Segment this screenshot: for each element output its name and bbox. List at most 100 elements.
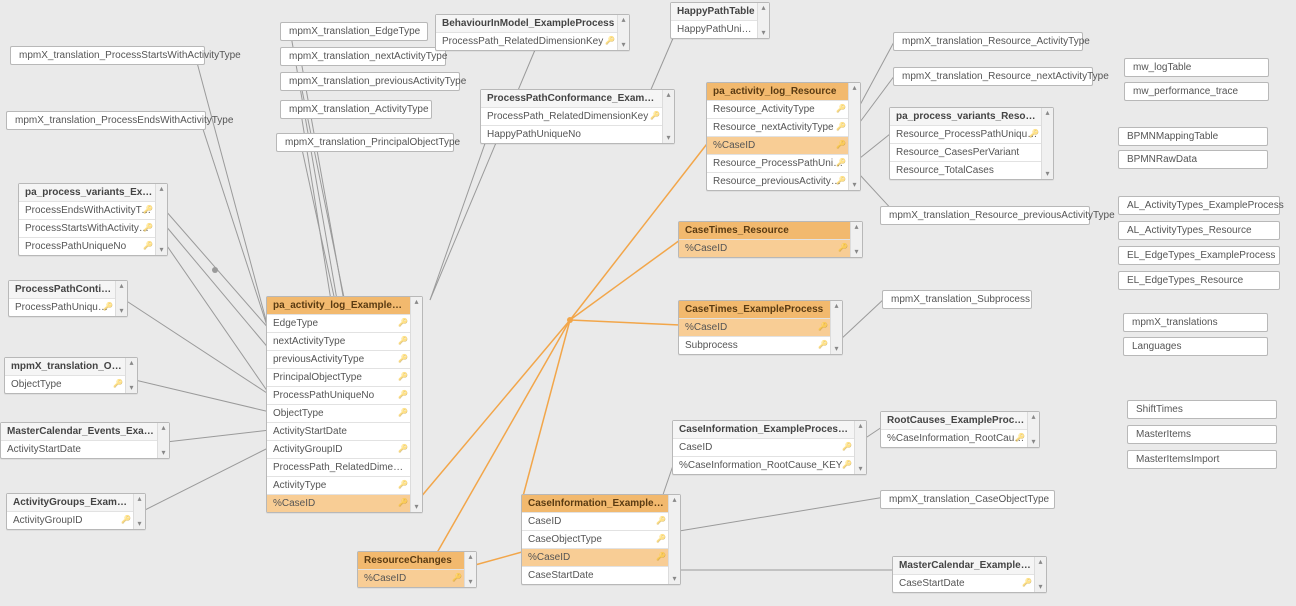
table-process-variants-resource[interactable]: pa_process_variants_Resource Resource_Pr… (889, 107, 1054, 180)
table-translation-object-type[interactable]: mpmX_translation_ObjectType ObjectType ▴… (4, 357, 138, 394)
table-case-info-rca-link[interactable]: CaseInformation_ExampleProcess_RCA_LinkT… (672, 420, 867, 475)
field[interactable]: HappyPathUniqueNo (481, 125, 674, 143)
scroll-indicator[interactable]: ▴▾ (115, 281, 127, 316)
scroll-indicator[interactable]: ▴▾ (1041, 108, 1053, 179)
field[interactable]: ObjectType (267, 404, 422, 422)
field-caseid[interactable]: %CaseID (267, 494, 422, 512)
field[interactable]: ProcessPathUniqueNo (9, 298, 127, 316)
field[interactable]: ActivityType (267, 476, 422, 494)
scroll-indicator[interactable]: ▴▾ (668, 495, 680, 584)
field[interactable]: Resource_previousActivityType (707, 172, 860, 190)
field[interactable]: CaseID (673, 438, 866, 456)
table-activity-log-example[interactable]: pa_activity_log_ExampleProcess EdgeType … (266, 296, 423, 513)
field[interactable]: CaseStartDate (522, 566, 680, 584)
chip-edge-type[interactable]: mpmX_translation_EdgeType (280, 22, 428, 41)
scroll-indicator[interactable]: ▴▾ (155, 184, 167, 255)
scroll-indicator[interactable]: ▴▾ (464, 552, 476, 587)
field[interactable]: ProcessStartsWithActivityType (19, 219, 167, 237)
table-activity-groups[interactable]: ActivityGroups_ExampleProcess ActivityGr… (6, 493, 146, 530)
chip-translation-caseobjecttype[interactable]: mpmX_translation_CaseObjectType (880, 490, 1055, 509)
field-caseid[interactable]: %CaseID (522, 548, 680, 566)
field[interactable]: CaseObjectType (522, 530, 680, 548)
chip-translation-subprocess[interactable]: mpmX_translation_Subprocess (882, 290, 1032, 309)
field[interactable]: nextActivityType (267, 332, 422, 350)
field[interactable]: ProcessEndsWithActivityType (19, 201, 167, 219)
chip-masteritemsimport[interactable]: MasterItemsImport (1127, 450, 1277, 469)
field[interactable]: ProcessPath_RelatedDimensionK... (267, 458, 422, 476)
table-activity-log-resource[interactable]: pa_activity_log_Resource Resource_Activi… (706, 82, 861, 191)
table-case-times-resource[interactable]: CaseTimes_Resource %CaseID ▴▾ (678, 221, 863, 258)
chip-activity-type[interactable]: mpmX_translation_ActivityType (280, 100, 432, 119)
field-caseid[interactable]: %CaseID (679, 239, 862, 257)
field[interactable]: Resource_ActivityType (707, 100, 860, 118)
chip-resource-nextactivity[interactable]: mpmX_translation_Resource_nextActivityTy… (893, 67, 1093, 86)
field-caseid[interactable]: %CaseID (707, 136, 860, 154)
table-behaviour-in-model[interactable]: BehaviourInModel_ExampleProcess ProcessP… (435, 14, 630, 51)
field[interactable]: Resource_CasesPerVariant (890, 143, 1053, 161)
chip-bpmn-raw[interactable]: BPMNRawData (1118, 150, 1268, 169)
scroll-indicator[interactable]: ▴▾ (1034, 557, 1046, 592)
field[interactable]: previousActivityType (267, 350, 422, 368)
scroll-indicator[interactable]: ▴▾ (133, 494, 145, 529)
scroll-indicator[interactable]: ▴▾ (410, 297, 422, 512)
chip-process-starts[interactable]: mpmX_translation_ProcessStartsWithActivi… (10, 46, 205, 65)
field[interactable]: ProcessPath_RelatedDimensionKey (436, 32, 629, 50)
scroll-indicator[interactable]: ▴▾ (617, 15, 629, 50)
chip-resource-activitytype[interactable]: mpmX_translation_Resource_ActivityType (893, 32, 1083, 51)
field[interactable]: ActivityGroupID (7, 511, 145, 529)
scroll-indicator[interactable]: ▴▾ (125, 358, 137, 393)
chip-el-edgetypes-resource[interactable]: EL_EdgeTypes_Resource (1118, 271, 1280, 290)
field[interactable]: ActivityStartDate (1, 440, 169, 458)
scroll-indicator[interactable]: ▴▾ (830, 301, 842, 354)
field[interactable]: ProcessPathUniqueNo (19, 237, 167, 255)
scroll-indicator[interactable]: ▴▾ (157, 423, 169, 458)
table-process-path-conformance[interactable]: ProcessPathConformance_ExampleProcess Pr… (480, 89, 675, 144)
field[interactable]: Resource_nextActivityType (707, 118, 860, 136)
scroll-indicator[interactable]: ▴▾ (757, 3, 769, 38)
chip-mpmx-translations[interactable]: mpmX_translations (1123, 313, 1268, 332)
field[interactable]: Subprocess (679, 336, 842, 354)
chip-shifttimes[interactable]: ShiftTimes (1127, 400, 1277, 419)
chip-principal-object[interactable]: mpmX_translation_PrincipalObjectType (276, 133, 454, 152)
chip-next-activity[interactable]: mpmX_translation_nextActivityType (280, 47, 446, 66)
field[interactable]: ActivityGroupID (267, 440, 422, 458)
field[interactable]: EdgeType (267, 314, 422, 332)
table-root-causes[interactable]: RootCauses_ExampleProcess %CaseInformati… (880, 411, 1040, 448)
field[interactable]: ProcessPathUniqueNo (267, 386, 422, 404)
field[interactable]: Resource_TotalCases (890, 161, 1053, 179)
table-process-path-continuation[interactable]: ProcessPathContinuation ProcessPathUniqu… (8, 280, 128, 317)
scroll-indicator[interactable]: ▴▾ (850, 222, 862, 257)
chip-al-activitytypes-resource[interactable]: AL_ActivityTypes_Resource (1118, 221, 1280, 240)
field[interactable]: PrincipalObjectType (267, 368, 422, 386)
chip-masteritems[interactable]: MasterItems (1127, 425, 1277, 444)
scroll-indicator[interactable]: ▴▾ (854, 421, 866, 474)
field[interactable]: %CaseInformation_RootCause_K... (881, 429, 1039, 447)
scroll-indicator[interactable]: ▴▾ (1027, 412, 1039, 447)
field[interactable]: HappyPathUniqueN... (671, 20, 769, 38)
field[interactable]: ObjectType (5, 375, 137, 393)
chip-resource-prevactivity[interactable]: mpmX_translation_Resource_previousActivi… (880, 206, 1090, 225)
table-happy-path[interactable]: HappyPathTable HappyPathUniqueN... ▴▾ (670, 2, 770, 39)
field[interactable]: CaseID (522, 512, 680, 530)
table-case-information[interactable]: CaseInformation_ExampleProcess CaseID Ca… (521, 494, 681, 585)
field[interactable]: ProcessPath_RelatedDimensionKey (481, 107, 674, 125)
table-master-calendar-example[interactable]: MasterCalendar_ExampleProcess CaseStartD… (892, 556, 1047, 593)
table-resource-changes[interactable]: ResourceChanges %CaseID ▴▾ (357, 551, 477, 588)
chip-process-ends[interactable]: mpmX_translation_ProcessEndsWithActivity… (6, 111, 206, 130)
chip-al-activitytypes-example[interactable]: AL_ActivityTypes_ExampleProcess (1118, 196, 1280, 215)
chip-prev-activity[interactable]: mpmX_translation_previousActivityType (280, 72, 460, 91)
field[interactable]: ActivityStartDate (267, 422, 422, 440)
chip-bpmn-mapping[interactable]: BPMNMappingTable (1118, 127, 1268, 146)
table-process-variants-example[interactable]: pa_process_variants_ExampleProcess Proce… (18, 183, 168, 256)
field[interactable]: CaseStartDate (893, 574, 1046, 592)
field-caseid[interactable]: %CaseID (358, 569, 476, 587)
scroll-indicator[interactable]: ▴▾ (848, 83, 860, 190)
field[interactable]: %CaseInformation_RootCause_KEY (673, 456, 866, 474)
scroll-indicator[interactable]: ▴▾ (662, 90, 674, 143)
field[interactable]: Resource_ProcessPathUniqueNo (890, 125, 1053, 143)
data-model-canvas[interactable]: { "tables": { "pa_process_variants_Examp… (0, 0, 1296, 606)
chip-mw-performance[interactable]: mw_performance_trace (1124, 82, 1269, 101)
field-caseid[interactable]: %CaseID (679, 318, 842, 336)
chip-el-edgetypes-example[interactable]: EL_EdgeTypes_ExampleProcess (1118, 246, 1280, 265)
field[interactable]: Resource_ProcessPathUniqueNo (707, 154, 860, 172)
